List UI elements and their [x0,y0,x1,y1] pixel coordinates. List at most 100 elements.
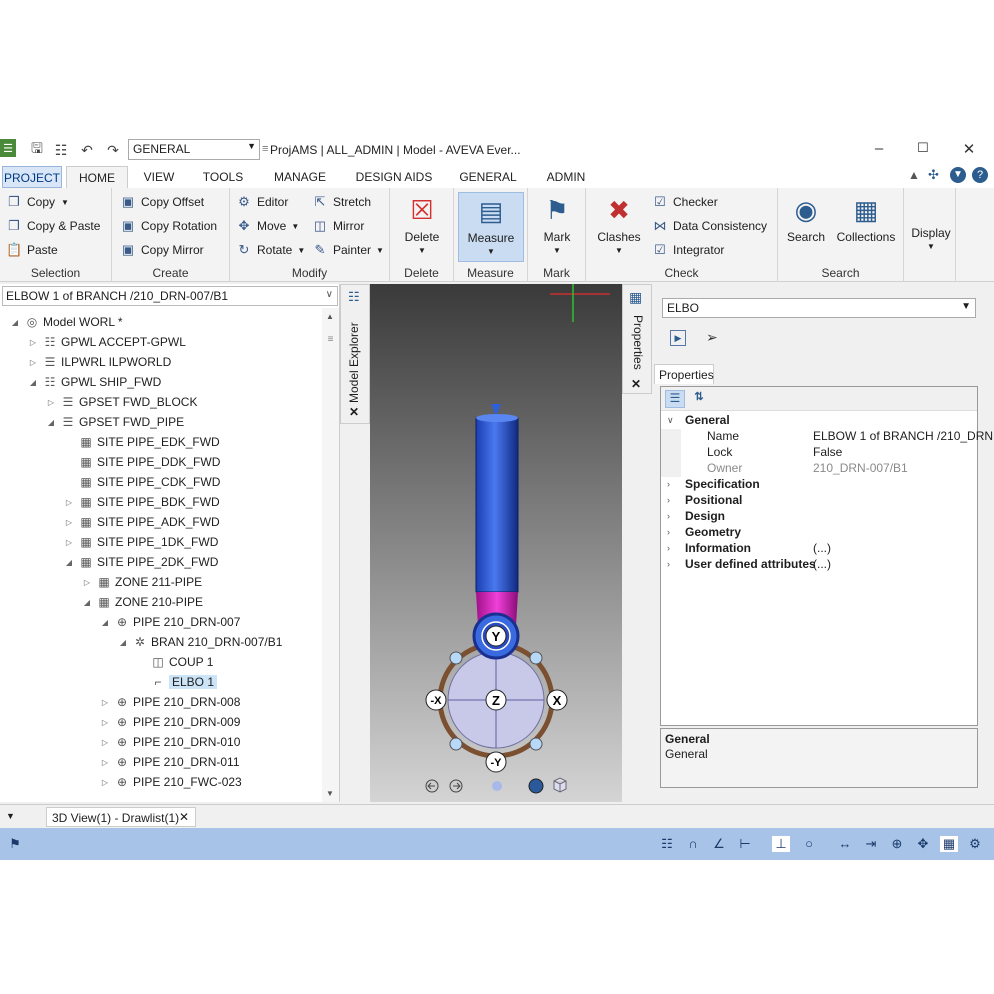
chevron-right-icon[interactable]: › [667,527,670,537]
categorized-icon[interactable]: ☰ [665,390,685,408]
tree-node[interactable]: ◢ ▦ ZONE 210-PIPE [80,592,203,612]
tab-home[interactable]: HOME [66,166,128,188]
checker-button[interactable]: ☑ Checker [652,192,718,212]
tree-node[interactable]: ▷ ▦ SITE PIPE_ADK_FWD [62,512,220,532]
chevron-right-icon[interactable]: › [667,479,670,489]
expand-arrow-icon[interactable]: ▷ [62,518,76,527]
grip-handle[interactable] [449,651,463,665]
3d-scene[interactable]: Y -X Z X -Y [370,284,622,802]
tree-node[interactable]: ▷ ☰ GPSET FWD_BLOCK [44,392,198,412]
handle-y[interactable]: Y [485,625,507,647]
rotate-button[interactable]: ↻ Rotate ▼ [236,240,306,260]
collapse-arrow-icon[interactable]: ◢ [8,318,22,327]
property-category[interactable]: › Information (...) [661,541,977,557]
connect-icon[interactable]: ✣ [928,167,939,183]
snap-magnet-icon[interactable]: ∩ [684,836,702,852]
collapse-ribbon-icon[interactable]: ▲ [908,168,920,182]
close-icon[interactable]: ✕ [349,405,359,419]
chevron-right-icon[interactable]: › [667,495,670,505]
mirror-button[interactable]: ◫ Mirror [312,216,364,236]
tab-general[interactable]: GENERAL [450,166,526,188]
close-icon[interactable]: ✕ [954,140,984,160]
copy-offset-button[interactable]: ▣ Copy Offset [120,192,204,212]
expand-arrow-icon[interactable]: ▷ [62,498,76,507]
offset-icon[interactable]: ✥ [914,836,932,852]
handle-neg-x[interactable]: -X [425,689,447,711]
tree-scrollbar[interactable]: ▲ ≡ ▼ [322,308,339,802]
collapse-arrow-icon[interactable]: ◢ [80,598,94,607]
tree-node[interactable]: ▷ ⊕ PIPE 210_FWC-023 [98,772,242,792]
expand-arrow-icon[interactable]: ▷ [80,578,94,587]
chevron-right-icon[interactable]: › [667,559,670,569]
tree-node[interactable]: ▷ ⊕ PIPE 210_DRN-010 [98,732,240,752]
expand-arrow-icon[interactable]: ▷ [98,718,112,727]
pick-cursor-icon[interactable]: ➢ [706,329,718,346]
collapse-arrow-icon[interactable]: ◢ [44,418,58,427]
scroll-thumb[interactable]: ≡ [326,334,335,358]
tree-node[interactable]: ▷ ☰ ILPWRL ILPWORLD [26,352,171,372]
tree-node[interactable]: ▦ SITE PIPE_CDK_FWD [62,472,220,492]
tree-node[interactable]: ⌐ ELBO 1 [134,672,218,692]
sort-az-icon[interactable]: ⇅ [689,390,709,408]
expand-arrow-icon[interactable]: ▷ [44,398,58,407]
settings-gear-icon[interactable]: ⚙ [966,836,984,852]
expand-arrow-icon[interactable]: ▷ [62,538,76,547]
3d-viewport[interactable]: Y -X Z X -Y [370,284,622,802]
copy-rotation-button[interactable]: ▣ Copy Rotation [120,216,217,236]
flag-icon[interactable]: ⚑ [6,836,24,852]
integrator-button[interactable]: ☑ Integrator [652,240,724,260]
data-consistency-button[interactable]: ⋈ Data Consistency [652,216,768,236]
maximize-icon[interactable]: ☐ [908,140,938,160]
property-value[interactable]: ELBOW 1 of BRANCH /210_DRN [813,429,993,443]
editor-button[interactable]: ⚙ Editor [236,192,288,212]
redo-icon[interactable]: ↷ [102,139,124,161]
property-category[interactable]: › Design [661,509,977,525]
grip-handle[interactable] [449,737,463,751]
shield-help-icon[interactable]: ▼ [950,167,966,183]
close-icon[interactable]: ✕ [179,810,189,824]
chevron-right-icon[interactable]: › [667,511,670,521]
handle-neg-y[interactable]: -Y [485,751,507,773]
chevron-down-icon[interactable]: ∨ [667,415,674,426]
tree-node[interactable]: ◢ ▦ SITE PIPE_2DK_FWD [62,552,218,572]
collapse-arrow-icon[interactable]: ◢ [26,378,40,387]
property-row[interactable]: Name ELBOW 1 of BRANCH /210_DRN [661,429,993,445]
undo-icon[interactable]: ↶ [76,139,98,161]
tree-node[interactable]: ◢ ⊕ PIPE 210_DRN-007 [98,612,240,632]
display-button[interactable]: Display ▼ [906,226,956,266]
copy-button[interactable]: ❐ Copy ▼ [6,192,69,212]
scroll-down-icon[interactable]: ▼ [326,789,334,798]
property-category[interactable]: › Positional [661,493,977,509]
tree-node[interactable]: ▷ ▦ SITE PIPE_BDK_FWD [62,492,220,512]
property-category[interactable]: › Specification [661,477,977,493]
qat-menu-icon[interactable]: ≡ [262,143,268,155]
property-row[interactable]: Lock False [661,445,977,461]
tree-node[interactable]: ◢ ✲ BRAN 210_DRN-007/B1 [116,632,282,652]
clashes-button[interactable]: ✖ Clashes ▼ [592,192,646,262]
back-arrow-icon[interactable] [425,779,439,793]
scroll-up-icon[interactable]: ▲ [326,312,334,321]
help-icon[interactable]: ? [972,167,988,183]
expand-arrow-icon[interactable]: ▷ [98,778,112,787]
tree-node[interactable]: ▦ SITE PIPE_DDK_FWD [62,452,220,472]
tree-node[interactable]: ◢ ◎ Model WORL * [8,312,123,332]
handle-z[interactable]: Z [485,689,507,711]
chevron-right-icon[interactable]: › [667,543,670,553]
expand-arrow-icon[interactable]: ▷ [26,338,40,347]
collapse-arrow-icon[interactable]: ◢ [98,618,112,627]
properties-subtab[interactable]: Properties [654,364,714,384]
cube-icon[interactable] [553,777,567,793]
snap-angle-icon[interactable]: ∠ [710,836,728,852]
grid-snap-icon[interactable]: ▦ [940,836,958,852]
tab-manage[interactable]: MANAGE [262,166,338,188]
tree-node[interactable]: ◢ ☰ GPSET FWD_PIPE [44,412,184,432]
copy-mirror-button[interactable]: ▣ Copy Mirror [120,240,204,260]
tree-node[interactable]: ▷ ▦ ZONE 211-PIPE [80,572,202,592]
tree-node[interactable]: ▷ ▦ SITE PIPE_1DK_FWD [62,532,218,552]
collections-button[interactable]: ▦ Collections [832,192,900,262]
tab-3d-view[interactable]: 3D View(1) - Drawlist(1) ✕ [46,807,196,827]
tab-design-aids[interactable]: DESIGN AIDS [346,166,442,188]
tab-admin[interactable]: ADMIN [534,166,598,188]
tab-tools[interactable]: TOOLS [192,166,254,188]
mark-button[interactable]: ⚑ Mark ▼ [532,192,582,262]
